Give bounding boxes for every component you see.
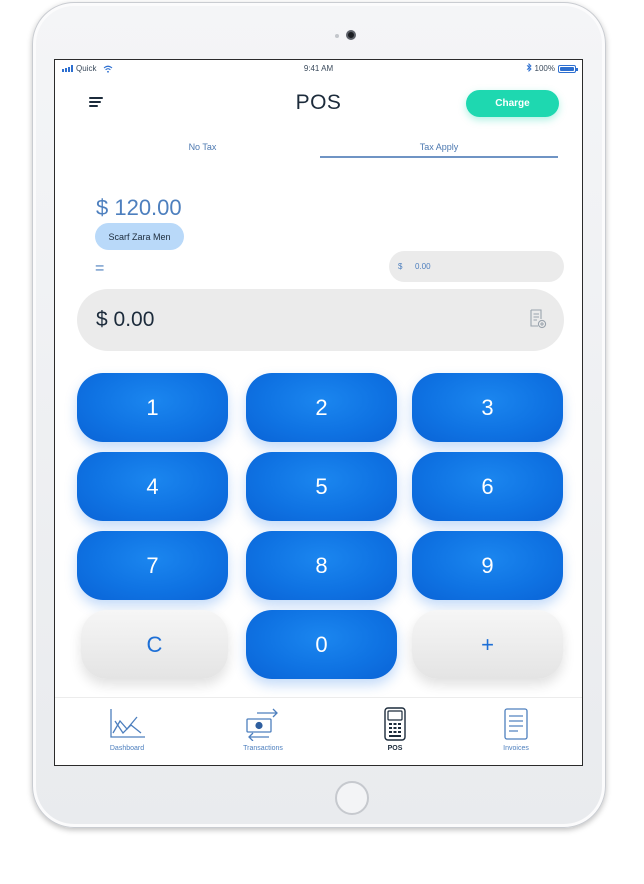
battery-icon	[558, 64, 578, 73]
active-tab-indicator	[320, 156, 558, 158]
status-bar: Quick 9:41 AM 100%	[55, 60, 582, 78]
pos-terminal-icon	[384, 707, 406, 741]
battery-percent: 100%	[534, 64, 555, 73]
key-6[interactable]: 6	[412, 452, 563, 521]
home-button[interactable]	[335, 781, 369, 815]
key-9[interactable]: 9	[412, 531, 563, 600]
nav-label-transactions: Transactions	[243, 745, 283, 752]
tax-amount-field[interactable]: $ 0.00	[389, 251, 564, 282]
bluetooth-icon	[526, 62, 532, 74]
item-name-chip[interactable]: Scarf Zara Men	[95, 223, 184, 250]
key-1[interactable]: 1	[77, 373, 228, 442]
total-display: $ 0.00	[77, 289, 564, 351]
key-5[interactable]: 5	[246, 452, 397, 521]
key-8[interactable]: 8	[246, 531, 397, 600]
status-time: 9:41 AM	[303, 64, 334, 73]
nav-item-transactions[interactable]: Transactions	[218, 707, 308, 752]
key-0[interactable]: 0	[246, 610, 397, 679]
app-screen: Quick 9:41 AM 100% POS Charge No Tax Tax…	[54, 59, 583, 766]
charge-button[interactable]: Charge	[466, 90, 559, 117]
nav-label-invoices: Invoices	[503, 745, 529, 752]
nav-item-pos[interactable]: POS	[350, 707, 440, 752]
tax-amount-value: 0.00	[415, 262, 431, 271]
key-2[interactable]: 2	[246, 373, 397, 442]
key-3[interactable]: 3	[412, 373, 563, 442]
key-4[interactable]: 4	[77, 452, 228, 521]
nav-label-dashboard: Dashboard	[109, 745, 145, 752]
equals-sign: =	[95, 260, 105, 277]
tab-tax-apply[interactable]: Tax Apply	[320, 142, 558, 152]
bottom-nav: Dashboard Transactions POS Invoices	[55, 697, 582, 765]
total-amount: $ 0.00	[96, 308, 155, 331]
clear-key[interactable]: C	[81, 610, 228, 679]
nav-item-dashboard[interactable]: Dashboard	[82, 707, 172, 752]
transactions-exchange-icon	[246, 708, 278, 741]
nav-item-invoices[interactable]: Invoices	[471, 707, 561, 752]
invoice-document-icon	[504, 708, 528, 740]
item-amount: $ 120.00	[96, 195, 182, 220]
tab-no-tax[interactable]: No Tax	[125, 142, 280, 152]
front-sensor	[335, 34, 339, 38]
tax-currency-symbol: $	[398, 262, 403, 271]
add-note-receipt-icon[interactable]	[529, 309, 547, 329]
plus-key[interactable]: +	[412, 610, 563, 679]
status-right: 100%	[526, 62, 578, 74]
front-camera	[346, 30, 356, 40]
nav-label-pos: POS	[387, 745, 403, 752]
dashboard-chart-icon	[110, 709, 145, 738]
key-7[interactable]: 7	[77, 531, 228, 600]
